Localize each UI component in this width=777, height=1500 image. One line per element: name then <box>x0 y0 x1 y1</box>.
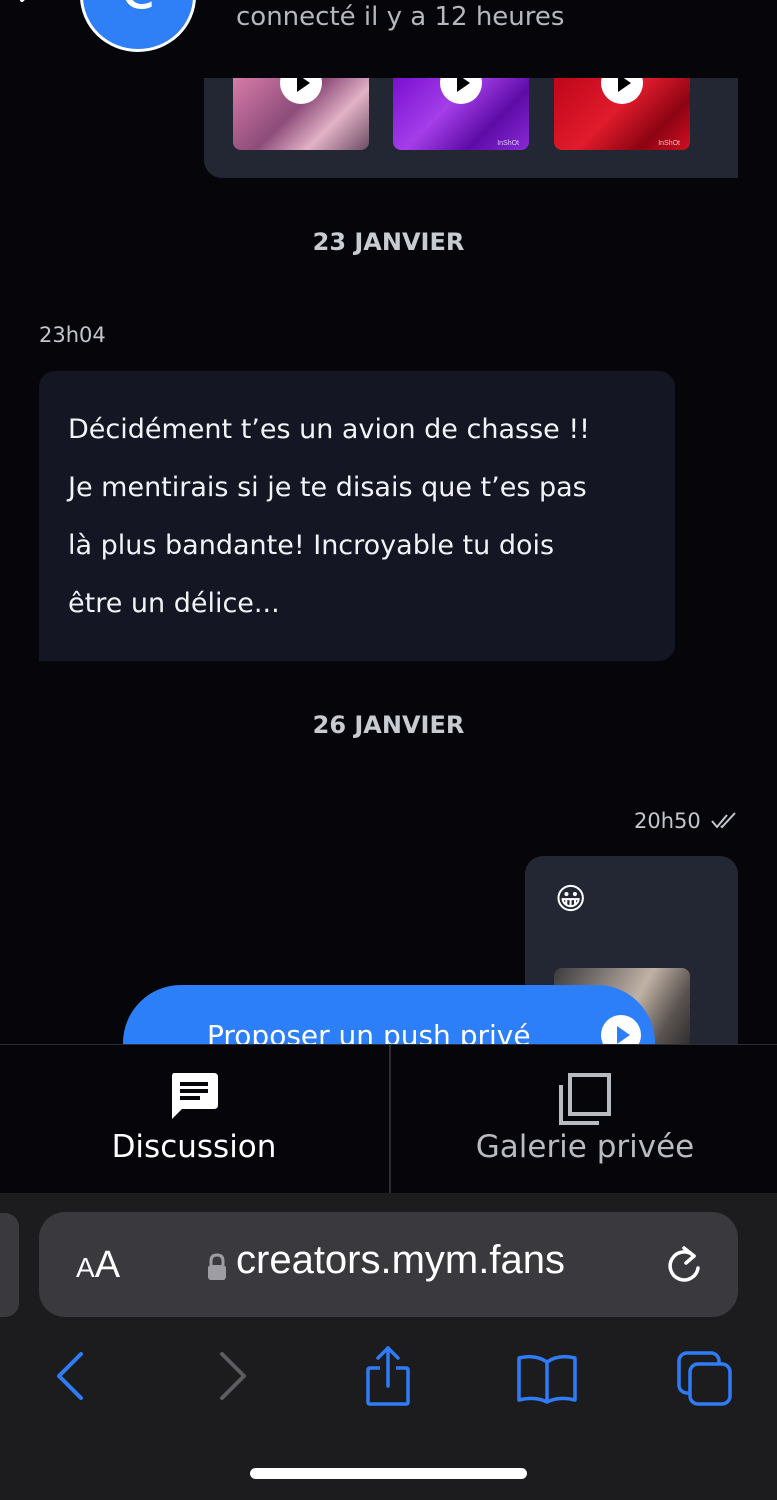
message-text-line: là plus bandante! Incroyable tu dois <box>68 530 555 561</box>
chat-icon <box>172 1073 218 1119</box>
play-icon <box>280 78 322 104</box>
message-text-line: être un délice... <box>68 588 280 619</box>
tab-label: Discussion <box>111 1129 277 1165</box>
video-thumbnail-1[interactable] <box>233 78 369 150</box>
back-icon[interactable] <box>55 1350 85 1402</box>
watermark: InShOt <box>658 140 680 147</box>
double-check-icon <box>711 812 736 829</box>
incoming-message-bubble: Décidément t’es un avion de chasse !! Je… <box>39 371 675 661</box>
reload-icon[interactable] <box>664 1244 704 1286</box>
video-thumbnail-3[interactable]: InShOt <box>554 78 690 150</box>
grinning-emoji: 😀 <box>555 882 587 917</box>
bottom-tab-bar: Discussion Galerie privée <box>0 1044 777 1194</box>
last-seen-status: connecté il y a 12 heures <box>236 2 565 32</box>
tabs-icon[interactable] <box>676 1350 734 1408</box>
avatar-letter: c <box>120 0 155 19</box>
play-icon <box>601 78 643 104</box>
video-thumbnail-2[interactable]: InShOt <box>393 78 529 150</box>
tab-discussion[interactable]: Discussion <box>0 1045 388 1193</box>
aa-small-letter: A <box>76 1252 95 1283</box>
reader-options-button[interactable]: AA <box>76 1244 120 1287</box>
aa-big-letter: A <box>94 1244 121 1286</box>
message-time: 20h50 <box>634 809 701 833</box>
back-chevron-icon[interactable] <box>14 0 40 12</box>
url-text[interactable]: creators.mym.fans <box>236 1238 565 1283</box>
message-text-line: Je mentirais si je te disais que t’es pa… <box>68 472 587 503</box>
share-icon[interactable] <box>364 1344 412 1408</box>
message-time: 23h04 <box>39 323 106 347</box>
message-text-line: Décidément t’es un avion de chasse !! <box>68 414 590 445</box>
play-icon <box>440 78 482 104</box>
gallery-icon <box>559 1073 611 1125</box>
date-separator: 26 JANVIER <box>312 711 465 739</box>
forward-icon[interactable] <box>218 1350 248 1402</box>
tab-private-gallery[interactable]: Galerie privée <box>389 1045 777 1193</box>
home-indicator <box>250 1468 527 1479</box>
lock-icon <box>208 1253 226 1280</box>
bookmarks-icon[interactable] <box>515 1352 579 1404</box>
tab-label: Galerie privée <box>475 1129 695 1165</box>
avatar[interactable]: c <box>80 0 196 52</box>
watermark: InShOt <box>497 140 519 147</box>
previous-tab-edge[interactable] <box>0 1213 19 1317</box>
date-separator: 23 JANVIER <box>312 228 465 256</box>
